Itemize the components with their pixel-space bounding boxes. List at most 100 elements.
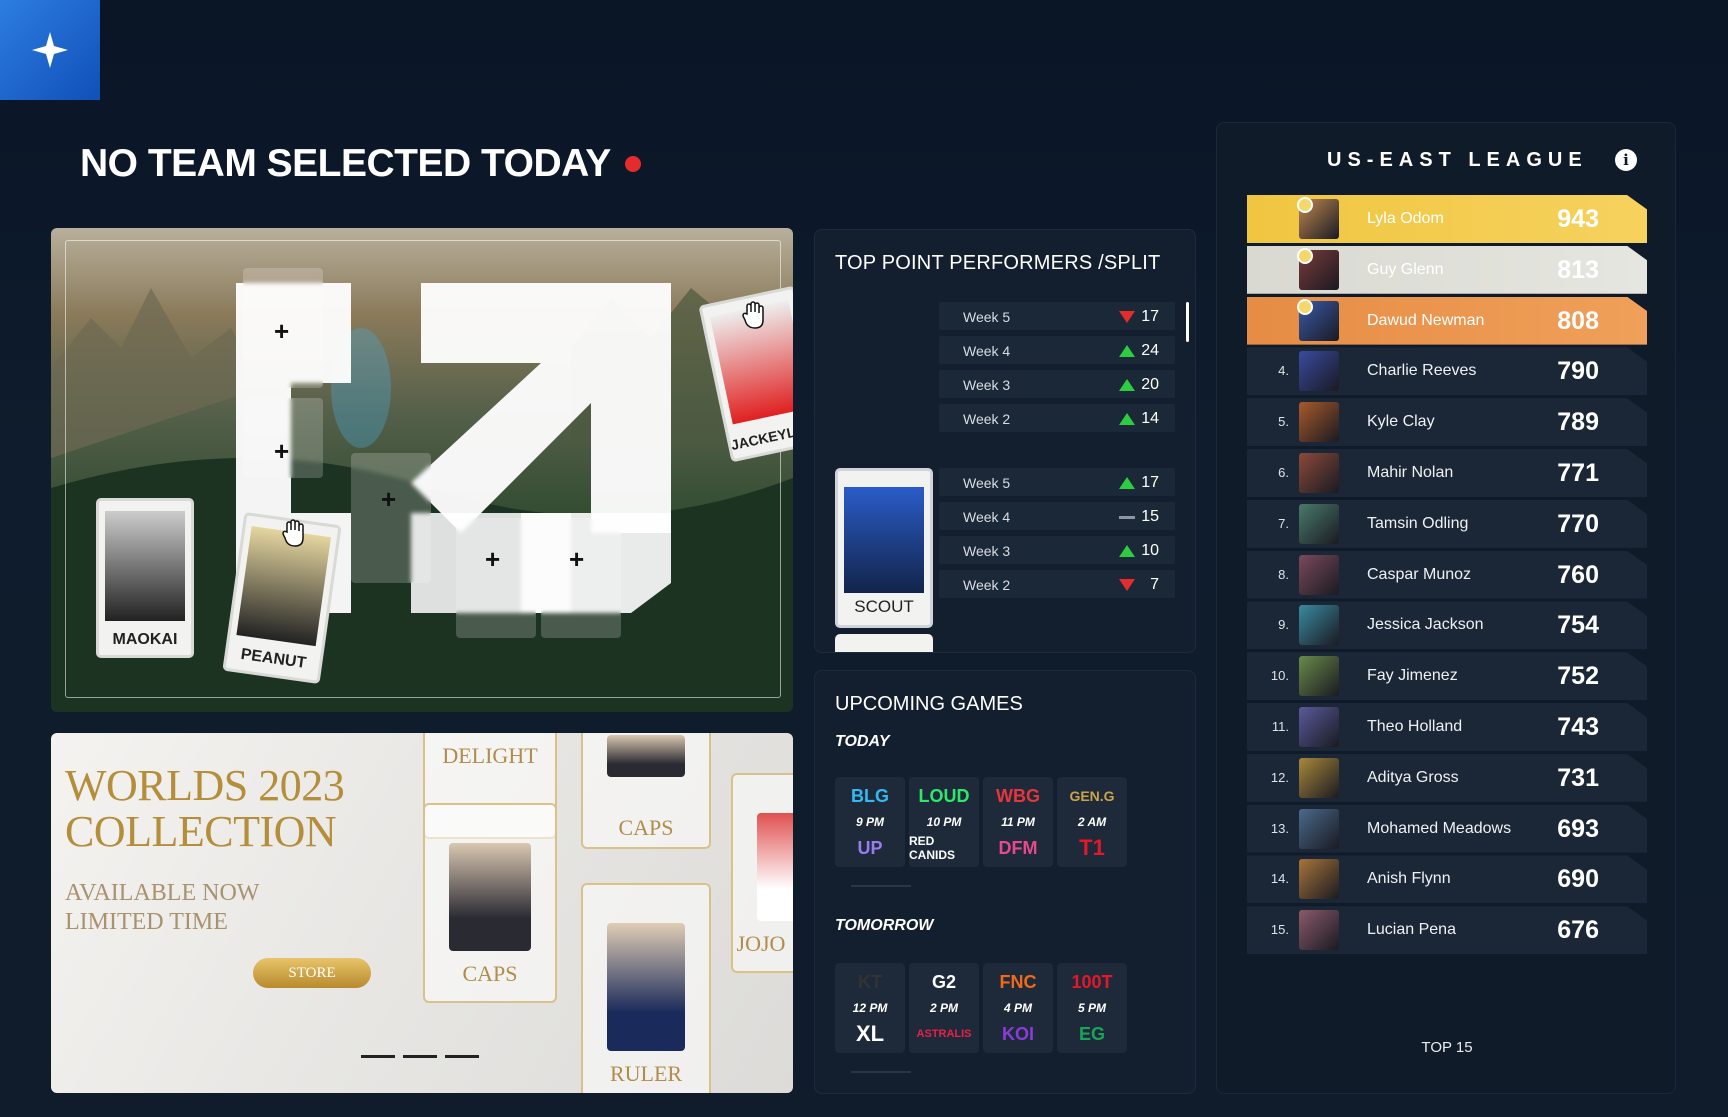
leaderboard-row[interactable]: 12. Aditya Gross 731 <box>1247 753 1647 802</box>
app-logo[interactable] <box>0 0 100 100</box>
leaderboard-row[interactable]: 11. Theo Holland 743 <box>1247 703 1647 751</box>
add-player-icon[interactable]: + <box>274 438 289 464</box>
scrollbar[interactable] <box>1186 302 1189 342</box>
player-points: 813 <box>1557 255 1599 284</box>
team-logo: 100T <box>1071 971 1113 992</box>
carousel-indicator[interactable] <box>361 1055 479 1058</box>
collectible-card: CAPS <box>581 733 711 849</box>
avatar <box>1299 808 1339 849</box>
week-label: Week 4 <box>963 509 1011 525</box>
player-points: 789 <box>1557 408 1599 437</box>
info-icon[interactable]: i <box>1615 149 1637 171</box>
rank: 13. <box>1270 820 1289 836</box>
team-logo: ASTRALIS <box>916 1028 972 1040</box>
team-logo: EG <box>1078 1023 1105 1044</box>
game-time: 11 PM <box>1001 815 1035 829</box>
empty-slot[interactable] <box>541 518 621 638</box>
team-logo: BLG <box>851 785 889 806</box>
player-card[interactable]: MAOKAI <box>96 498 194 658</box>
store-button[interactable]: STORE <box>253 958 371 988</box>
leaderboard-row[interactable]: 9. Jessica Jackson 754 <box>1247 601 1647 650</box>
carousel-dot[interactable] <box>361 1055 395 1058</box>
trend-down-icon <box>1119 579 1135 591</box>
today-heading: TODAY <box>835 733 890 750</box>
avatar <box>1299 351 1339 392</box>
card-name: JOJO <box>736 931 786 956</box>
collectible-card: JOJO <box>731 773 793 973</box>
lineup-board[interactable]: + + + + + MAOKAI PEANUT JACKEYLOVE <box>51 228 793 712</box>
leaderboard-footer: TOP 15 <box>1421 1039 1473 1056</box>
game-tile[interactable]: 100T 5 PM EG <box>1057 963 1127 1053</box>
add-player-icon[interactable]: + <box>274 318 289 344</box>
player-card[interactable] <box>835 634 933 652</box>
add-player-icon[interactable]: + <box>381 486 396 512</box>
tomorrow-heading: TOMORROW <box>835 917 934 934</box>
banner-subtitle-line: AVAILABLE NOW <box>65 880 260 906</box>
leaderboard-row[interactable]: 10. Fay Jimenez 752 <box>1247 652 1647 701</box>
game-tile[interactable]: G2 2 PM ASTRALIS <box>909 963 979 1053</box>
leaderboard-row[interactable]: 13. Mohamed Meadows 693 <box>1247 804 1647 853</box>
player-name: Mohamed Meadows <box>1367 819 1512 837</box>
rank: 15. <box>1270 922 1289 938</box>
trend-up-icon <box>1119 379 1135 391</box>
week-stat-row: Week 2 7 <box>939 570 1175 598</box>
avatar <box>1299 453 1339 493</box>
collectible-card: RULER <box>581 883 711 1093</box>
player-name: Guy Glenn <box>1367 260 1444 278</box>
empty-slot[interactable] <box>351 453 431 583</box>
game-tile[interactable]: LOUD 10 PM RED CANIDS <box>909 777 979 867</box>
banner-subtitle: AVAILABLE NOW LIMITED TIME <box>65 879 259 937</box>
player-card-name: PEANUT <box>239 645 308 672</box>
banner-title-line: WORLDS 2023 <box>65 761 345 810</box>
player-card[interactable]: SCOUT <box>835 468 933 628</box>
page-title-text: NO TEAM SELECTED TODAY <box>80 142 611 185</box>
leaderboard-row[interactable]: 8. Caspar Munoz 760 <box>1247 550 1647 599</box>
team-logo: WBG <box>996 785 1040 806</box>
team-logo: T1 <box>1079 835 1105 860</box>
leaderboard-row[interactable]: Lyla Odom 943 <box>1247 195 1647 243</box>
leaderboard-row[interactable]: 7. Tamsin Odling 770 <box>1247 499 1647 548</box>
sparkle-icon <box>32 32 68 68</box>
week-points: 15 <box>1141 508 1159 525</box>
game-tile[interactable]: WBG 11 PM DFM <box>983 777 1053 867</box>
player-name: Lyla Odom <box>1367 210 1444 227</box>
player-name: Anish Flynn <box>1367 870 1451 888</box>
carousel-dot[interactable] <box>445 1055 479 1058</box>
team-logo: G2 <box>931 971 956 992</box>
add-player-icon[interactable]: + <box>569 546 584 572</box>
leaderboard-row[interactable]: 5. Kyle Clay 789 <box>1247 398 1647 447</box>
week-stat-row: Week 4 15 <box>939 502 1175 530</box>
player-points: 770 <box>1557 509 1599 538</box>
banner-title-line: COLLECTION <box>65 807 337 856</box>
game-tile[interactable]: GEN.G 2 AM T1 <box>1057 777 1127 867</box>
game-time: 2 PM <box>929 1001 958 1015</box>
team-logo: GEN.G <box>1069 788 1115 804</box>
week-points: 17 <box>1141 474 1159 491</box>
team-logo: RED CANIDS <box>909 834 956 862</box>
add-player-icon[interactable]: + <box>485 546 500 572</box>
leaderboard-row[interactable]: 4. Charlie Reeves 790 <box>1247 347 1647 396</box>
card-name: CAPS <box>618 815 674 840</box>
crown-icon <box>1297 197 1313 213</box>
leaderboard-row[interactable]: 14. Anish Flynn 690 <box>1247 855 1647 904</box>
rank: 5. <box>1278 414 1289 430</box>
carousel-dot[interactable] <box>403 1055 437 1058</box>
week-stat-row: Week 5 17 <box>939 468 1175 496</box>
leaderboard-row[interactable]: 6. Mahir Nolan 771 <box>1247 449 1647 497</box>
leaderboard-row[interactable]: Dawud Newman 808 <box>1247 296 1647 345</box>
game-tile[interactable]: FNC 4 PM KOI <box>983 963 1053 1053</box>
worlds-collection-banner[interactable]: WORLDS 2023 COLLECTION AVAILABLE NOW LIMIT… <box>51 733 793 1093</box>
league-title: US-EAST LEAGUE <box>1327 149 1588 171</box>
rank: 8. <box>1278 566 1289 582</box>
drag-hand-icon <box>282 519 304 547</box>
game-tile[interactable]: KT 12 PM XL <box>835 963 905 1053</box>
player-card-name: JACKEYLOVE <box>729 417 793 454</box>
week-points: 17 <box>1141 308 1159 325</box>
player-name: Charlie Reeves <box>1367 362 1477 380</box>
leaderboard-row[interactable]: Guy Glenn 813 <box>1247 245 1647 294</box>
leaderboard-row[interactable]: 15. Lucian Pena 676 <box>1247 906 1647 955</box>
game-tile[interactable]: BLG 9 PM UP <box>835 777 905 867</box>
player-points: 752 <box>1557 662 1599 691</box>
empty-slot[interactable] <box>456 518 536 638</box>
player-points: 676 <box>1557 916 1599 945</box>
